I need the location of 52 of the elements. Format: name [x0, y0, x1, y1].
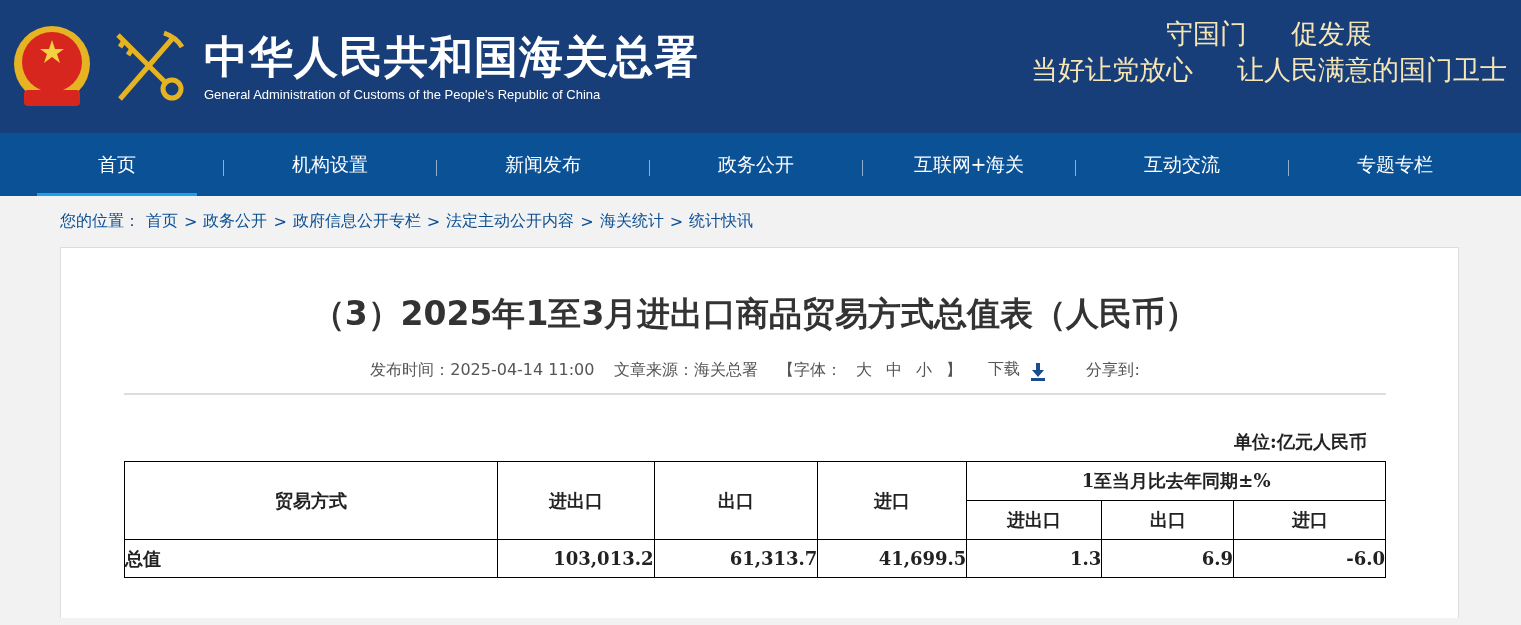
breadcrumb-link[interactable]: 政务公开: [203, 210, 268, 232]
table-cell: 6.9: [1101, 539, 1234, 578]
font-size-link[interactable]: 小: [916, 359, 933, 381]
breadcrumb-link[interactable]: 法定主动公开内容: [446, 210, 575, 232]
breadcrumb-link[interactable]: 首页: [146, 210, 178, 232]
column-header: 出口: [1101, 500, 1234, 540]
column-header: 1至当月比去年同期±%: [966, 461, 1386, 501]
table-cell: 41,699.5: [817, 539, 967, 578]
slogan-text: 守国门: [1166, 16, 1247, 51]
column-header: 进口: [1233, 500, 1386, 540]
column-header: 进口: [817, 461, 967, 540]
table-cell: 总值: [124, 539, 498, 578]
unit-text: 单位:亿元人民币: [1234, 430, 1368, 454]
article-source: 文章来源：海关总署: [614, 359, 759, 381]
download-icon: [1030, 363, 1047, 381]
slogan-text: 让人民满意的国门卫士: [1237, 52, 1507, 87]
breadcrumb-separator: >: [273, 211, 287, 231]
nav-tab[interactable]: 专题专栏: [1315, 133, 1475, 196]
slogan-text: 促发展: [1291, 16, 1372, 51]
table-cell: 61,313.7: [654, 539, 818, 578]
breadcrumb-link[interactable]: 海关统计: [599, 210, 664, 232]
table-cell: -6.0: [1233, 539, 1386, 578]
breadcrumb-label: 您的位置：: [60, 210, 140, 232]
nav-tab[interactable]: 互联网+海关: [889, 133, 1049, 196]
table-cell: 1.3: [966, 539, 1102, 578]
nav-tab[interactable]: 机构设置: [250, 133, 410, 196]
breadcrumb-link[interactable]: 统计快讯: [689, 210, 754, 232]
breadcrumb-separator: >: [426, 211, 441, 231]
nav-tab[interactable]: 互动交流: [1102, 133, 1262, 196]
column-header: 贸易方式: [124, 461, 498, 540]
publish-time: 发布时间：2025-04-14 11:00: [370, 359, 595, 381]
share-label: 分享到:: [1086, 359, 1140, 381]
nav-tab[interactable]: 新闻发布: [463, 133, 623, 196]
site-title: 中华人民共和国海关总署: [204, 31, 699, 83]
column-header: 进出口: [966, 500, 1102, 540]
breadcrumb-separator: >: [184, 211, 198, 231]
font-size-link[interactable]: 中: [886, 359, 903, 381]
slogan-text: 当好让党放心: [1031, 52, 1193, 87]
breadcrumb-separator: >: [669, 211, 684, 231]
site-subtitle: General Administration of Customs of the People's Republic of China: [204, 87, 602, 102]
column-header: 进出口: [497, 461, 654, 540]
bracket-text: 】: [946, 359, 963, 381]
download-link[interactable]: 下载: [988, 359, 1047, 381]
article-title: （3）2025年1至3月进出口商品贸易方式总值表（人民币）: [310, 293, 1200, 335]
nav-tab[interactable]: 首页: [37, 133, 197, 196]
breadcrumb-separator: >: [580, 211, 594, 231]
font-size-label: 【字体：: [778, 359, 843, 381]
column-header: 出口: [654, 461, 818, 540]
table-cell: 103,013.2: [497, 539, 654, 578]
font-size-link[interactable]: 大: [856, 359, 873, 381]
nav-tab[interactable]: 政务公开: [676, 133, 836, 196]
breadcrumb-link[interactable]: 政府信息公开专栏: [292, 210, 421, 232]
